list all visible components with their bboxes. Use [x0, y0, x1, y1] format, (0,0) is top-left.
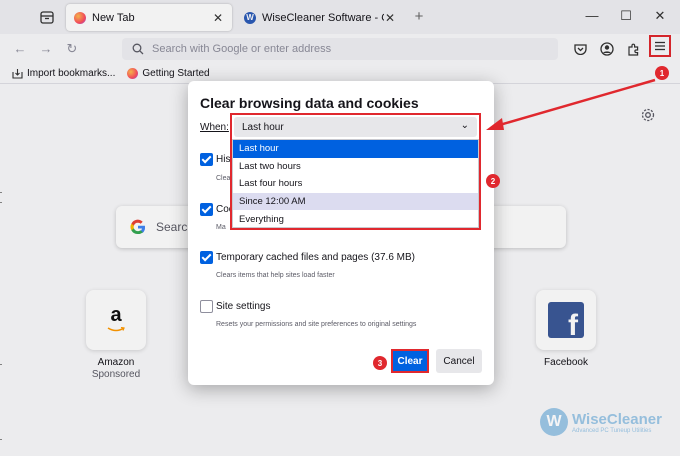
- wisecleaner-watermark: W WiseCleaner Advanced PC Tuneup Utiliti…: [540, 408, 662, 436]
- annotation-badge: 3: [373, 356, 387, 370]
- annotation-arrow: [486, 78, 656, 130]
- watermark-name: WiseCleaner: [572, 410, 662, 428]
- watermark-tagline: Advanced PC Tuneup Utilities: [572, 427, 652, 434]
- annotation-badge: 1: [655, 66, 669, 80]
- annotation-badge: 2: [486, 174, 500, 188]
- wisecleaner-logo-icon: W: [540, 408, 568, 436]
